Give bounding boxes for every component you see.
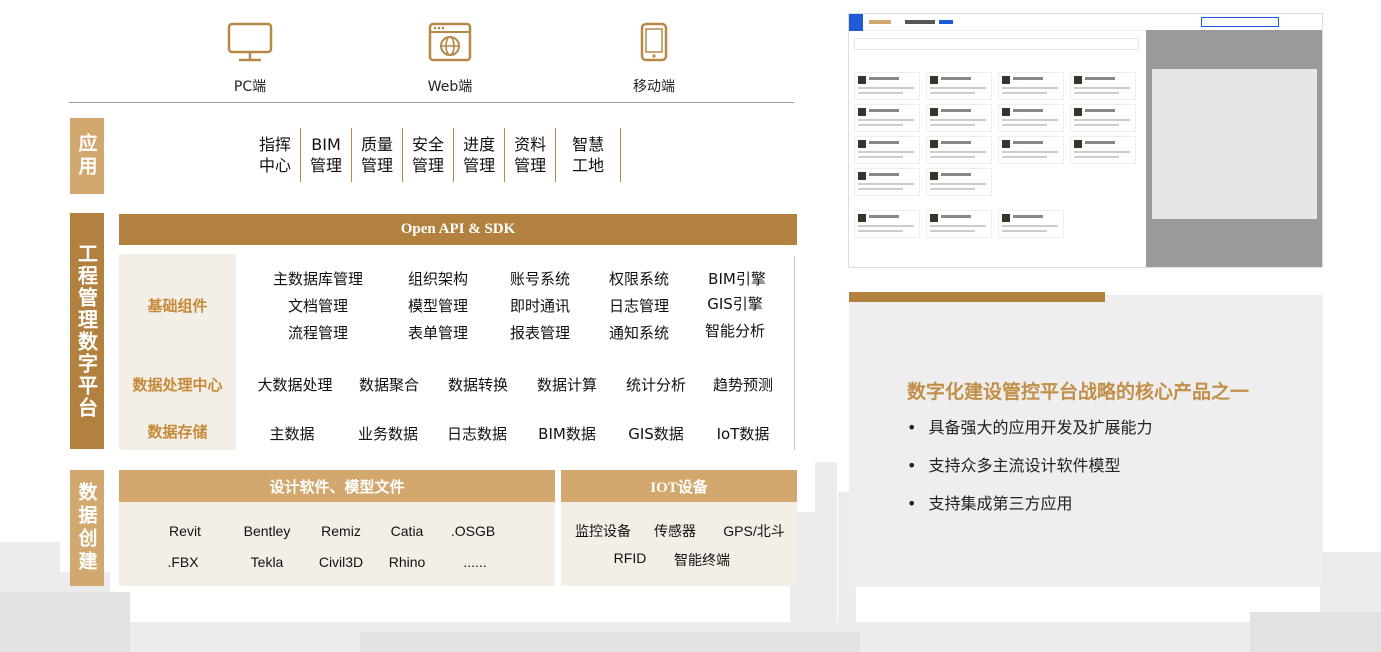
device-mobile-label: 移动端: [633, 79, 675, 95]
component-item: 流程管理: [287, 324, 349, 342]
software-item: Civil3D: [318, 554, 364, 570]
side-label-platform: 工程管理数字平台: [70, 213, 104, 449]
component-item: 主数据库管理: [272, 270, 364, 288]
component-item: GIS引擎: [707, 295, 763, 313]
divider-line: [69, 102, 794, 103]
processing-item: 数据聚合: [358, 376, 420, 394]
processing-item: 大数据处理: [257, 376, 333, 394]
processing-item: 趋势预测: [712, 376, 774, 394]
iot-devices-bar: IOT设备: [561, 470, 797, 502]
storage-item: 日志数据: [446, 425, 508, 443]
component-item: 通知系统: [608, 324, 670, 342]
info-accent-bar: [849, 292, 1105, 302]
platform-right-border: [794, 256, 795, 450]
info-bullets: 具备强大的应用开发及扩展能力 支持众多主流设计软件模型 支持集成第三方应用: [907, 417, 1152, 531]
info-bullet: 支持众多主流设计软件模型: [907, 455, 1152, 493]
software-item: Tekla: [250, 554, 284, 570]
core-product-info: 数字化建设管控平台战略的核心产品之一 具备强大的应用开发及扩展能力 支持众多主流…: [849, 295, 1323, 587]
info-title: 数字化建设管控平台战略的核心产品之一: [907, 381, 1250, 403]
screenshot-search-box: [1201, 17, 1279, 27]
software-item: Remiz: [321, 523, 361, 539]
component-item: 权限系统: [608, 270, 670, 288]
device-pc: PC端: [190, 22, 310, 96]
screenshot-modal-panel: [1152, 69, 1317, 219]
side-label-data: 数据创建: [70, 470, 104, 586]
component-item: BIM引擎: [708, 270, 766, 288]
component-item: 报表管理: [509, 324, 571, 342]
basic-components-label: 基础组件: [119, 254, 236, 356]
app-item[interactable]: 资料 管理: [505, 128, 557, 182]
web-browser-icon: [428, 22, 472, 62]
device-pc-label: PC端: [233, 79, 267, 95]
app-item[interactable]: BIM 管理: [301, 128, 353, 182]
software-item: Bentley: [243, 523, 291, 539]
info-bullet: 支持集成第三方应用: [907, 493, 1152, 531]
device-web: Web端: [390, 22, 510, 96]
component-item: 模型管理: [407, 297, 469, 315]
component-item: 智能分析: [704, 322, 766, 340]
app-item[interactable]: 质量 管理: [352, 128, 404, 182]
data-storage-label: 数据存储: [119, 412, 236, 450]
software-item: Revit: [169, 523, 201, 539]
storage-item: 业务数据: [357, 425, 419, 443]
processing-item: 统计分析: [625, 376, 687, 394]
app-list: 指挥 中心 BIM 管理 质量 管理 安全 管理 进度 管理 资料 管理 智慧 …: [250, 128, 622, 182]
component-item: 表单管理: [407, 324, 469, 342]
api-sdk-bar: Open API & SDK: [119, 214, 797, 245]
device-web-label: Web端: [427, 79, 473, 95]
app-item[interactable]: 指挥 中心: [250, 128, 302, 182]
component-item: 账号系统: [509, 270, 571, 288]
app-item[interactable]: 进度 管理: [454, 128, 506, 182]
processing-item: 数据计算: [536, 376, 598, 394]
component-item: 即时通讯: [509, 297, 571, 315]
storage-item: GIS数据: [628, 425, 684, 443]
screenshot-topbar: [849, 14, 1322, 31]
software-item: .OSGB: [450, 523, 496, 539]
architecture-slide: PC端 Web端 移动端 应用 工程管理数字平台 数据创建 指挥 中心 BIM …: [0, 0, 1381, 652]
software-item: .FBX: [167, 554, 199, 570]
iot-item: 智能终端: [674, 552, 730, 568]
storage-item: 主数据: [269, 425, 315, 443]
design-software-pane: Revit Bentley Remiz Catia .OSGB .FBX Tek…: [119, 502, 555, 586]
component-item: 日志管理: [608, 297, 670, 315]
app-logo-icon: [849, 14, 863, 31]
component-item: 组织架构: [407, 270, 469, 288]
iot-devices-pane: 监控设备 传感器 GPS/北斗 RFID 智能终端: [561, 502, 797, 586]
processing-item: 数据转换: [447, 376, 509, 394]
design-software-bar: 设计软件、模型文件: [119, 470, 555, 502]
software-item: ......: [463, 554, 487, 570]
iot-item: 监控设备: [575, 523, 631, 539]
iot-item: 传感器: [654, 523, 696, 539]
product-screenshot: [848, 13, 1323, 268]
side-label-app: 应用: [70, 118, 104, 194]
iot-item: RFID: [613, 550, 647, 566]
mobile-phone-icon: [640, 22, 668, 62]
component-item: 文档管理: [287, 297, 349, 315]
software-item: Catia: [390, 523, 424, 539]
device-mobile: 移动端: [594, 22, 714, 96]
monitor-icon: [227, 22, 273, 62]
iot-item: GPS/北斗: [723, 523, 785, 539]
software-item: Rhino: [388, 554, 426, 570]
screenshot-search-bar: [854, 38, 1139, 50]
app-item[interactable]: 智慧 工地: [556, 128, 622, 182]
storage-item: BIM数据: [538, 425, 596, 443]
info-bullet: 具备强大的应用开发及扩展能力: [907, 417, 1152, 455]
processing-center-label: 数据处理中心: [119, 356, 236, 412]
storage-item: IoT数据: [716, 425, 770, 443]
app-item[interactable]: 安全 管理: [403, 128, 455, 182]
